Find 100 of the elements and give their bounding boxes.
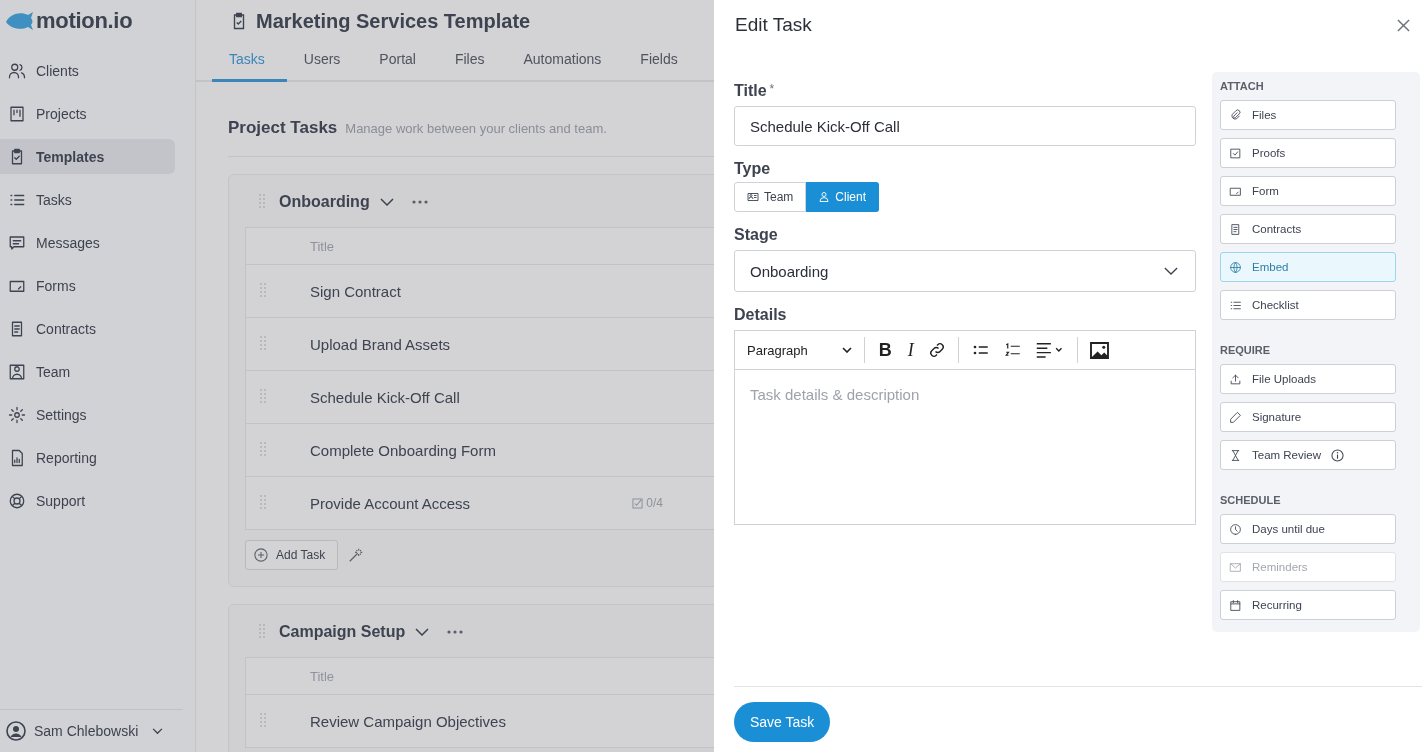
fish-logo-icon — [4, 10, 34, 32]
tab[interactable]: Users — [286, 45, 363, 82]
sidebar-item[interactable]: Forms — [0, 268, 175, 303]
column-header: Title — [310, 668, 335, 684]
drag-handle-icon[interactable] — [260, 389, 266, 405]
paragraph-dropdown[interactable]: Paragraph — [747, 342, 852, 358]
sidebar-item[interactable]: Support — [0, 483, 175, 518]
logo-text: motion.io — [36, 8, 133, 34]
option-button[interactable]: Files — [1220, 100, 1396, 130]
panel-heading: ATTACH — [1220, 80, 1265, 92]
close-icon[interactable] — [1397, 18, 1410, 32]
task-title: Sign Contract — [310, 282, 401, 300]
section-title: Project Tasks — [228, 118, 338, 138]
paperclip-icon — [1229, 108, 1242, 122]
option-button[interactable]: Signature — [1220, 402, 1396, 432]
task-title: Provide Account Access — [310, 494, 471, 512]
sidebar-item[interactable]: Messages — [0, 225, 175, 260]
more-icon[interactable] — [411, 200, 428, 204]
more-icon[interactable] — [447, 630, 464, 634]
sidebar-item[interactable]: Tasks — [0, 182, 175, 217]
page-title: Marketing Services Template — [256, 9, 531, 33]
avatar-icon — [6, 721, 26, 741]
task-title: Review Campaign Objectives — [310, 712, 506, 730]
italic-button[interactable]: I — [905, 339, 916, 361]
envelope-icon — [1229, 560, 1242, 574]
option-button[interactable]: Checklist — [1220, 290, 1396, 320]
upload-icon — [1229, 372, 1242, 386]
tab[interactable]: Automations — [506, 45, 624, 82]
group-name: Campaign Setup — [279, 623, 406, 641]
checklist-count: 0/4 — [646, 496, 663, 510]
title-input[interactable]: Schedule Kick-Off Call — [734, 106, 1196, 146]
drag-handle-icon[interactable] — [260, 442, 266, 458]
chevron-down-icon[interactable] — [379, 198, 394, 206]
type-toggle[interactable]: Client — [806, 182, 880, 212]
field-label: Title — [734, 82, 767, 100]
sidebar-item[interactable]: Reporting — [0, 440, 175, 475]
column-header: Title — [310, 238, 335, 254]
task-title: Complete Onboarding Form — [310, 441, 496, 459]
clock-icon — [1229, 522, 1242, 536]
pencil-icon — [1229, 410, 1242, 424]
align-dropdown-icon[interactable] — [1034, 341, 1065, 359]
user-menu[interactable]: Sam Chlebowski — [0, 709, 183, 752]
person-card-icon — [8, 362, 26, 381]
panel-heading: REQUIRE — [1220, 344, 1272, 356]
settings-icon — [8, 405, 26, 424]
plus-circle-icon — [254, 548, 268, 562]
chevron-down-icon[interactable] — [415, 628, 430, 636]
document-icon — [1229, 222, 1242, 236]
people-icon — [8, 61, 26, 80]
panel-heading: SCHEDULE — [1220, 494, 1282, 506]
globe-icon — [1229, 260, 1242, 274]
tab[interactable]: Portal — [362, 45, 438, 82]
sidebar-item[interactable]: Team — [0, 354, 175, 389]
chevron-down-icon — [841, 347, 852, 353]
option-button[interactable]: File Uploads — [1220, 364, 1396, 394]
drag-handle-icon[interactable] — [259, 624, 265, 640]
field-label: Stage — [734, 226, 779, 244]
info-icon[interactable] — [1331, 448, 1345, 462]
drag-handle-icon[interactable] — [260, 283, 266, 299]
field-label: Type — [734, 160, 772, 178]
bold-button[interactable]: B — [876, 339, 894, 361]
magic-wand-icon[interactable] — [348, 547, 365, 563]
hourglass-icon — [1229, 448, 1242, 462]
rich-text-editor[interactable]: Paragraph B I Task details & description — [734, 330, 1196, 525]
option-button[interactable]: Embed — [1220, 252, 1396, 282]
type-toggle[interactable]: Team — [734, 182, 807, 212]
lifebuoy-icon — [8, 491, 26, 510]
drawer-title: Edit Task — [735, 14, 812, 36]
add-task-button[interactable]: Add Task — [245, 540, 339, 570]
id-card-icon — [747, 191, 759, 203]
link-icon[interactable] — [927, 341, 946, 359]
sidebar-item[interactable]: Contracts — [0, 311, 175, 346]
field-label: Details — [734, 306, 788, 324]
section-subtitle: Manage work between your clients and team. — [345, 121, 607, 136]
chevron-down-icon — [152, 727, 164, 735]
option-button[interactable]: Contracts — [1220, 214, 1396, 244]
tab[interactable]: Files — [437, 45, 507, 82]
drag-handle-icon[interactable] — [259, 194, 265, 210]
option-button[interactable]: Team Review — [1220, 440, 1396, 470]
stage-select[interactable]: Onboarding — [734, 250, 1196, 292]
task-title: Upload Brand Assets — [310, 335, 451, 353]
sidebar-item[interactable]: Templates — [0, 139, 175, 174]
group-name: Onboarding — [279, 193, 370, 211]
image-icon[interactable] — [1089, 341, 1109, 359]
option-button[interactable]: Proofs — [1220, 138, 1396, 168]
sidebar-item[interactable]: Clients — [0, 53, 175, 88]
save-task-button[interactable]: Save Task — [734, 702, 831, 742]
drag-handle-icon[interactable] — [260, 713, 266, 729]
sidebar-item[interactable]: Projects — [0, 96, 175, 131]
message-icon — [8, 233, 26, 252]
person-icon — [818, 191, 831, 203]
tab[interactable]: Fields — [623, 45, 700, 82]
chevron-down-icon — [1164, 267, 1178, 275]
sidebar-item[interactable]: Settings — [0, 397, 175, 432]
numbered-list-icon[interactable] — [1002, 341, 1023, 359]
option-button[interactable]: Form — [1220, 176, 1396, 206]
option-button[interactable]: Recurring — [1220, 590, 1396, 620]
drag-handle-icon[interactable] — [260, 495, 266, 511]
drag-handle-icon[interactable] — [260, 336, 266, 352]
option-button[interactable]: Days until due — [1220, 514, 1396, 544]
